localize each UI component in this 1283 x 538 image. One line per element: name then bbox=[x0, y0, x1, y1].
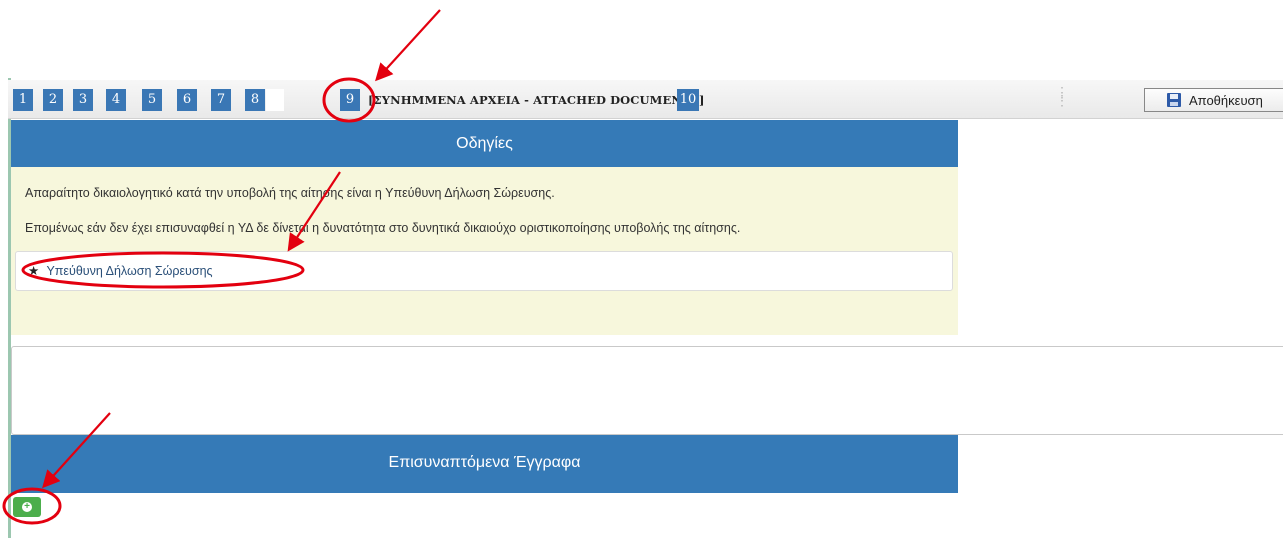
instruction-line-2: Επομένως εάν δεν έχει επισυναφθεί η ΥΔ δ… bbox=[25, 221, 741, 235]
save-button[interactable]: Αποθήκευση bbox=[1144, 88, 1283, 112]
star-icon: ★ bbox=[28, 264, 40, 278]
step-tab-5[interactable]: 5 bbox=[142, 89, 162, 111]
step-tab-3[interactable]: 3 bbox=[73, 89, 93, 111]
toolbar-separator: ⋮ ⋮ bbox=[1055, 84, 1069, 108]
step-tab-7[interactable]: 7 bbox=[211, 89, 231, 111]
instruction-line-1: Απαραίτητο δικαιολογητικό κατά την υποβο… bbox=[25, 186, 555, 200]
instructions-header: Οδηγίες bbox=[11, 120, 958, 167]
step-tab-4[interactable]: 4 bbox=[106, 89, 126, 111]
notes-textarea[interactable] bbox=[11, 346, 1283, 435]
step-tab-9[interactable]: 9 bbox=[340, 89, 360, 111]
required-document-label: Υπεύθυνη Δήλωση Σώρευσης bbox=[46, 264, 213, 278]
active-step-label: [ΣΥΝΗΜΜΕΝΑ ΑΡΧΕΙΑ - ATTACHED DOCUMENTS] bbox=[368, 93, 705, 107]
floppy-disk-icon bbox=[1167, 93, 1181, 107]
save-button-label: Αποθήκευση bbox=[1189, 92, 1263, 108]
attachments-header: Επισυναπτόμενα Έγγραφα bbox=[11, 435, 958, 493]
step-tab-6[interactable]: 6 bbox=[177, 89, 197, 111]
step-tab-8[interactable]: 8 bbox=[245, 89, 265, 111]
required-document-link[interactable]: ★ Υπεύθυνη Δήλωση Σώρευσης bbox=[15, 251, 953, 291]
add-attachment-button[interactable]: + bbox=[13, 497, 41, 517]
instructions-body: Απαραίτητο δικαιολογητικό κατά την υποβο… bbox=[11, 167, 958, 335]
annotation-arrow-step9 bbox=[375, 9, 441, 82]
step-tab-10[interactable]: 10 bbox=[677, 89, 699, 111]
step-toolbar: 1 2 3 4 5 6 7 8 9 [ΣΥΝΗΜΜΕΝΑ ΑΡΧΕΙΑ - AT… bbox=[8, 80, 1283, 119]
plus-circle-icon: + bbox=[22, 502, 32, 512]
step-tab-1[interactable]: 1 bbox=[13, 89, 33, 111]
step-tab-2[interactable]: 2 bbox=[43, 89, 63, 111]
